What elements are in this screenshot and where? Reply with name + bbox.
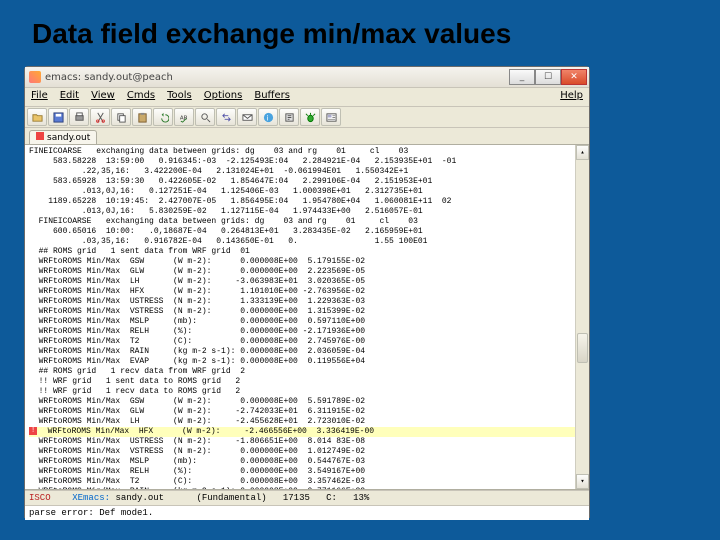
debug-icon[interactable]: [300, 108, 320, 126]
buffer-line: .013,0J,16: 5.830259E-02 1.127115E-04 1.…: [29, 207, 585, 217]
info-icon[interactable]: i: [258, 108, 278, 126]
maximize-button[interactable]: ☐: [535, 69, 561, 85]
mode-line-no: 17135: [283, 493, 310, 503]
buffer-line: WRFtoROMS Min/Max RELH (%): 0.000000E+00…: [29, 467, 585, 477]
svg-text:i: i: [266, 113, 268, 122]
buffer-line: WRFtoROMS Min/Max RELH (%): 0.000000E+00…: [29, 327, 585, 337]
buffer-line: .03,35,16: 0.916782E-04 0.143650E-01 0. …: [29, 237, 585, 247]
buffer-line: WRFtoROMS Min/Max LH (W m-2): -3.063983E…: [29, 277, 585, 287]
buffer-line: WRFtoROMS Min/Max HFX (W m-2): 1.101010E…: [29, 287, 585, 297]
buffer-line: WRFtoROMS Min/Max RAIN (kg m-2 s-1): 0.0…: [29, 347, 585, 357]
buffer-line: WRFtoROMS Min/Max USTRESS (N m-2): -1.80…: [29, 437, 585, 447]
undo-icon[interactable]: [153, 108, 173, 126]
menubar: File Edit View Cmds Tools Options Buffer…: [25, 88, 589, 107]
buffer-line: WRFtoROMS Min/Max RAIN (kg m-2 s-1): 0.0…: [29, 487, 585, 490]
buffer-line: WRFtoROMS Min/Max T2 (C): 0.000008E+00 2…: [29, 337, 585, 347]
mode-buffer-name: sandy.out: [115, 493, 164, 503]
mode-kind: ISCO: [29, 493, 51, 503]
minibuffer[interactable]: parse error: Def mode1.: [25, 505, 589, 520]
buffer-line: !! WRF grid 1 sent data to ROMS grid 2: [29, 377, 585, 387]
buffer-line: WRFtoROMS Min/Max MSLP (mb): 0.000000E+0…: [29, 317, 585, 327]
buffer-line: WRFtoROMS Min/Max HFX (W m-2): -2.466556…: [29, 427, 585, 437]
tabbar: sandy.out: [25, 128, 589, 145]
buffer-line: WRFtoROMS Min/Max LH (W m-2): -2.455628E…: [29, 417, 585, 427]
buffer-line: ## ROMS grid 1 recv data from WRF grid 2: [29, 367, 585, 377]
buffer-line: FINEICOARSE exchanging data between grid…: [29, 217, 585, 227]
menu-buffers[interactable]: Buffers: [248, 88, 296, 106]
mode-major: (Fundamental): [196, 493, 266, 503]
minimize-button[interactable]: _: [509, 69, 535, 85]
mail-icon[interactable]: [237, 108, 257, 126]
buffer-line: WRFtoROMS Min/Max MSLP (mb): 0.000008E+0…: [29, 457, 585, 467]
buffer-line: 583.65928 13:59:30 0.422605E-02 1.854647…: [29, 177, 585, 187]
tab-label: sandy.out: [47, 133, 90, 143]
buffer-line: WRFtoROMS Min/Max VSTRESS (N m-2): 0.000…: [29, 307, 585, 317]
menu-view[interactable]: View: [85, 88, 121, 106]
menu-cmds[interactable]: Cmds: [121, 88, 161, 106]
mode-col: C:: [326, 493, 337, 503]
toolbar: AB i: [25, 107, 589, 128]
buffer-line: WRFtoROMS Min/Max GSW (W m-2): 0.000008E…: [29, 397, 585, 407]
buffer-line: WRFtoROMS Min/Max GLW (W m-2): 0.000000E…: [29, 267, 585, 277]
search-icon[interactable]: [195, 108, 215, 126]
buffer-line: WRFtoROMS Min/Max GSW (W m-2): 0.000008E…: [29, 257, 585, 267]
menu-options[interactable]: Options: [198, 88, 249, 106]
news-icon[interactable]: [321, 108, 341, 126]
buffer-line: ## ROMS grid 1 sent data from WRF grid 0…: [29, 247, 585, 257]
error-icon: [29, 427, 37, 435]
menu-tools[interactable]: Tools: [161, 88, 198, 106]
scrollbar[interactable]: ▴ ▾: [575, 145, 589, 489]
file-icon: [36, 132, 44, 140]
mode-line[interactable]: ISCO XEmacs: sandy.out (Fundamental) 171…: [25, 490, 589, 505]
diskette-icon[interactable]: [48, 108, 68, 126]
buffer-line: FINEICOARSE exchanging data between grid…: [29, 147, 585, 157]
buffer-line: WRFtoROMS Min/Max T2 (C): 0.000008E+00 3…: [29, 477, 585, 487]
scroll-track[interactable]: [576, 160, 589, 474]
mode-client: XEmacs:: [72, 493, 110, 503]
window-title: emacs: sandy.out@peach: [45, 72, 173, 83]
scroll-thumb[interactable]: [577, 333, 588, 363]
scroll-up-icon[interactable]: ▴: [576, 145, 589, 160]
status-area: ISCO XEmacs: sandy.out (Fundamental) 171…: [25, 490, 589, 520]
copy-icon[interactable]: [111, 108, 131, 126]
slide-title: Data field exchange min/max values: [0, 0, 720, 50]
buffer-line: 583.58228 13:59:00 0.916345:-03 -2.12549…: [29, 157, 585, 167]
compile-icon[interactable]: [279, 108, 299, 126]
menu-edit[interactable]: Edit: [54, 88, 85, 106]
tab-sandy-out[interactable]: sandy.out: [29, 130, 97, 144]
titlebar[interactable]: emacs: sandy.out@peach _ ☐ ✕: [25, 67, 589, 88]
buffer-line: WRFtoROMS Min/Max EVAP (kg m-2 s-1): 0.0…: [29, 357, 585, 367]
buffer-line: .22,35,16: 3.422200E-04 2.131024E+01 -0.…: [29, 167, 585, 177]
replace-icon[interactable]: [216, 108, 236, 126]
app-icon: [29, 71, 41, 83]
buffer-line: WRFtoROMS Min/Max GLW (W m-2): -2.742033…: [29, 407, 585, 417]
scroll-down-icon[interactable]: ▾: [576, 474, 589, 489]
cut-icon[interactable]: [90, 108, 110, 126]
window-controls: _ ☐ ✕: [509, 69, 587, 85]
menu-file[interactable]: File: [25, 88, 54, 106]
mode-pct: 13%: [353, 493, 369, 503]
folder-open-icon[interactable]: [27, 108, 47, 126]
emacs-window: emacs: sandy.out@peach _ ☐ ✕ File Edit V…: [24, 66, 590, 518]
print-icon[interactable]: [69, 108, 89, 126]
spell-icon[interactable]: AB: [174, 108, 194, 126]
buffer-line: WRFtoROMS Min/Max VSTRESS (N m-2): 0.000…: [29, 447, 585, 457]
close-button[interactable]: ✕: [561, 69, 587, 85]
buffer-line: WRFtoROMS Min/Max USTRESS (N m-2): 1.333…: [29, 297, 585, 307]
buffer-line: .013,0J,16: 0.127251E-04 1.125406E-03 1.…: [29, 187, 585, 197]
buffer-line: 1189.65228 10:19:45: 2.427007E-05 1.8564…: [29, 197, 585, 207]
buffer-line: !! WRF grid 1 recv data to ROMS grid 2: [29, 387, 585, 397]
menu-help[interactable]: Help: [554, 88, 589, 106]
buffer-line: 600.65016 10:00: .0,18687E-04 0.264813E+…: [29, 227, 585, 237]
text-buffer[interactable]: FINEICOARSE exchanging data between grid…: [25, 145, 589, 490]
paste-icon[interactable]: [132, 108, 152, 126]
